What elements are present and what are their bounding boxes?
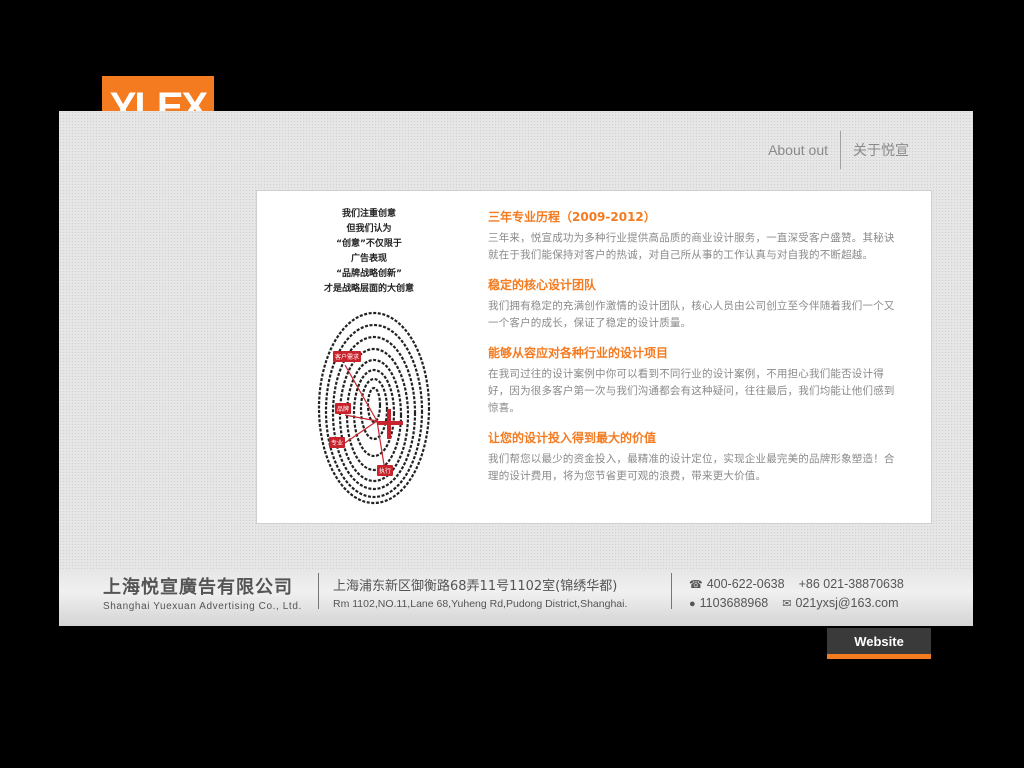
nav-about-en[interactable]: About out — [756, 142, 840, 158]
fingerprint-illustration: 客户需求 品牌 专业 执行 — [315, 303, 433, 508]
slogan-line: 广告表现 — [350, 254, 387, 264]
section-title: 能够从容应对各种行业的设计项目 — [488, 346, 669, 360]
section-body: 我们帮您以最少的资金投入，最精准的设计定位，实现企业最完美的品牌形象塑造！合理的… — [488, 453, 895, 482]
section-body: 三年来，悦宣成功为多种行业提供高品质的商业设计服务，一直深受客户盛赞。其秘诀就在… — [488, 232, 895, 261]
section-team: 稳定的核心设计团队 我们拥有稳定的充满创作激情的设计团队，核心人员由公司创立至今… — [488, 277, 900, 332]
slogan-line: 我们注重创意 — [341, 209, 396, 219]
contact-row-phone: ☎ 400-622-0638 +86 021-38870638 — [689, 575, 904, 594]
footer-divider — [671, 573, 672, 609]
section-industries: 能够从容应对各种行业的设计项目 在我司过往的设计案例中你可以看到不同行业的设计案… — [488, 345, 900, 417]
company-name-en: Shanghai Yuexuan Advertising Co., Ltd. — [103, 601, 302, 612]
company-name-cn: 上海悦宣廣告有限公司 — [103, 577, 293, 598]
phone-number-2: +86 021-38870638 — [798, 577, 904, 591]
address-cn: 上海浦东新区御衡路68弄11号1102室(锦绣华都) — [333, 579, 618, 594]
about-sections: 三年专业历程（2009-2012） 三年来，悦宣成功为多种行业提供高品质的商业设… — [488, 209, 900, 498]
footer-divider — [318, 573, 319, 609]
qq-icon: ● — [689, 598, 696, 610]
email-address[interactable]: 021yxsj@163.com — [795, 596, 898, 610]
footer-address: 上海浦东新区御衡路68弄11号1102室(锦绣华都) Rm 1102,NO.11… — [333, 575, 627, 610]
section-value: 让您的设计投入得到最大的价值 我们帮您以最少的资金投入，最精准的设计定位，实现企… — [488, 430, 900, 485]
slogan-line: “创意”不仅限于 — [336, 239, 402, 249]
section-title: 让您的设计投入得到最大的价值 — [488, 431, 657, 445]
section-title: 稳定的核心设计团队 — [488, 278, 597, 292]
fingerprint-graphic — [317, 311, 431, 505]
fingerprint-tag: 客户需求 — [333, 351, 362, 362]
fingerprint-tag: 专业 — [329, 437, 346, 448]
slogan: 我们注重创意 但我们认为 “创意”不仅限于 广告表现 “品牌战略创新” 才是战略… — [304, 207, 434, 297]
footer-company: 上海悦宣廣告有限公司 Shanghai Yuexuan Advertising … — [103, 573, 302, 612]
website-button[interactable]: Website — [827, 628, 931, 659]
top-nav: About out 关于悦宣 — [756, 131, 921, 169]
fingerprint-tag: 执行 — [377, 465, 394, 476]
section-title: 三年专业历程（2009-2012） — [488, 210, 656, 224]
slogan-line: 但我们认为 — [346, 224, 392, 234]
footer: 上海悦宣廣告有限公司 Shanghai Yuexuan Advertising … — [59, 569, 973, 626]
section-history: 三年专业历程（2009-2012） 三年来，悦宣成功为多种行业提供高品质的商业设… — [488, 209, 900, 264]
footer-contact: ☎ 400-622-0638 +86 021-38870638 ● 11036889… — [689, 575, 904, 613]
phone-icon: ☎ — [689, 579, 703, 591]
section-body: 在我司过往的设计案例中你可以看到不同行业的设计案例，不用担心我们能否设计得好，因… — [488, 368, 895, 414]
phone-number: 400-622-0638 — [706, 577, 785, 591]
contact-row-online: ● 1103688968 ✉ 021yxsj@163.com — [689, 594, 904, 613]
qq-number: 1103688968 — [699, 596, 769, 610]
nav-about-cn[interactable]: 关于悦宣 — [841, 140, 921, 160]
content-panel: About out 关于悦宣 我们注重创意 但我们认为 “创意”不仅限于 广告表… — [59, 111, 973, 626]
slogan-line: “品牌战略创新” — [336, 269, 402, 279]
about-card: 我们注重创意 但我们认为 “创意”不仅限于 广告表现 “品牌战略创新” 才是战略… — [256, 190, 932, 524]
section-body: 我们拥有稳定的充满创作激情的设计团队，核心人员由公司创立至今伴随着我们一个又一个… — [488, 300, 895, 329]
address-en: Rm 1102,NO.11,Lane 68,Yuheng Rd,Pudong D… — [333, 598, 628, 610]
fingerprint-tag: 品牌 — [335, 403, 352, 414]
mail-icon: ✉ — [782, 598, 792, 610]
slogan-line: 才是战略层面的大创意 — [323, 284, 414, 294]
